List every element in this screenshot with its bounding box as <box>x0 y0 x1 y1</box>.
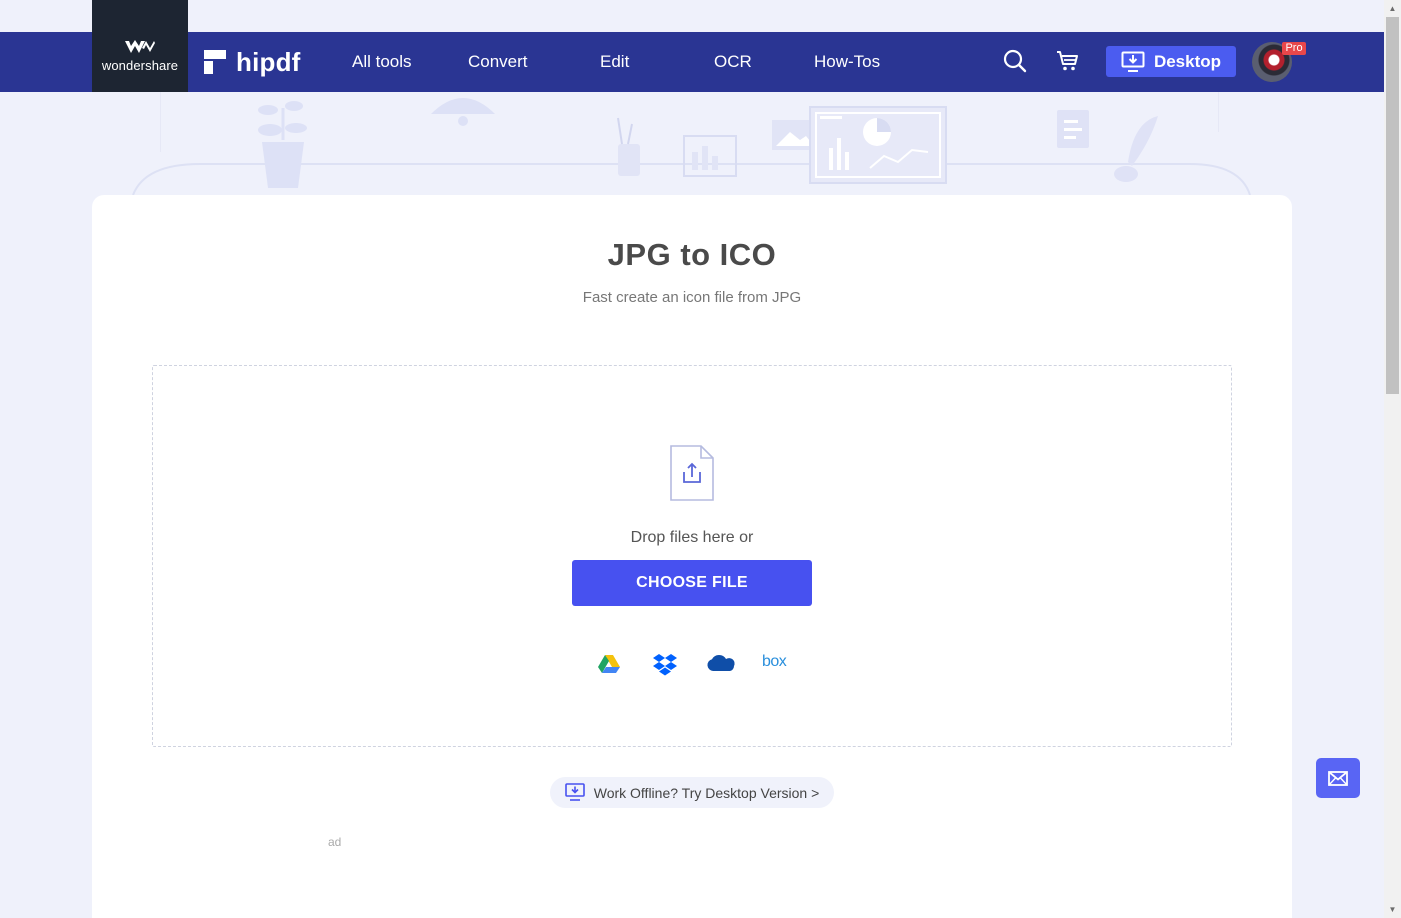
choose-file-button[interactable]: CHOOSE FILE <box>572 560 812 606</box>
google-drive-icon[interactable] <box>597 654 621 674</box>
header-illustration <box>132 92 1251 196</box>
hipdf-logo-text: hipdf <box>236 46 301 77</box>
nav-how-tos[interactable]: How-Tos <box>814 32 880 92</box>
mail-icon <box>1328 770 1348 786</box>
wondershare-logo[interactable]: wondershare <box>92 0 188 92</box>
main-card: JPG to ICO Fast create an icon file from… <box>92 195 1292 918</box>
page-title: JPG to ICO <box>607 237 777 272</box>
drop-files-text: Drop files here or <box>630 529 754 546</box>
upload-file-icon <box>670 445 714 501</box>
onedrive-icon[interactable] <box>706 654 736 672</box>
offline-desktop-icon <box>564 783 585 801</box>
desktop-button-label: Desktop <box>1153 51 1222 71</box>
vertical-scrollbar[interactable]: ▲ ▼ <box>1384 0 1401 918</box>
wondershare-logo-text: wondershare <box>101 58 179 73</box>
box-icon[interactable]: box <box>762 653 787 671</box>
page-subtitle: Fast create an icon file from JPG <box>582 289 802 306</box>
desktop-download-button[interactable]: Desktop <box>1106 46 1236 77</box>
pro-badge: Pro <box>1282 42 1306 55</box>
hipdf-logo-icon <box>204 50 226 74</box>
hipdf-logo[interactable]: hipdf <box>204 32 301 92</box>
nav-edit[interactable]: Edit <box>600 32 629 92</box>
scroll-thumb[interactable] <box>1386 17 1399 394</box>
ad-label: ad <box>328 835 342 849</box>
nav-convert[interactable]: Convert <box>468 32 528 92</box>
desktop-version-link[interactable]: Work Offline? Try Desktop Version > <box>550 777 834 808</box>
nav-all-tools[interactable]: All tools <box>352 32 412 92</box>
dropbox-icon[interactable] <box>653 654 677 676</box>
file-drop-zone[interactable]: Drop files here or CHOOSE FILE box <box>152 365 1232 747</box>
browser-viewport: wondershare hipdf All tools Convert Edit… <box>0 0 1401 918</box>
scroll-up-arrow-icon[interactable]: ▲ <box>1384 0 1401 17</box>
cart-icon[interactable] <box>1056 50 1080 72</box>
search-icon[interactable] <box>1003 49 1027 73</box>
wondershare-logo-icon <box>125 40 155 53</box>
scroll-down-arrow-icon[interactable]: ▼ <box>1384 901 1401 918</box>
offline-text: Work Offline? Try Desktop Version > <box>593 784 820 801</box>
feedback-mail-button[interactable] <box>1316 758 1360 798</box>
download-monitor-icon <box>1121 51 1145 72</box>
nav-ocr[interactable]: OCR <box>714 32 752 92</box>
